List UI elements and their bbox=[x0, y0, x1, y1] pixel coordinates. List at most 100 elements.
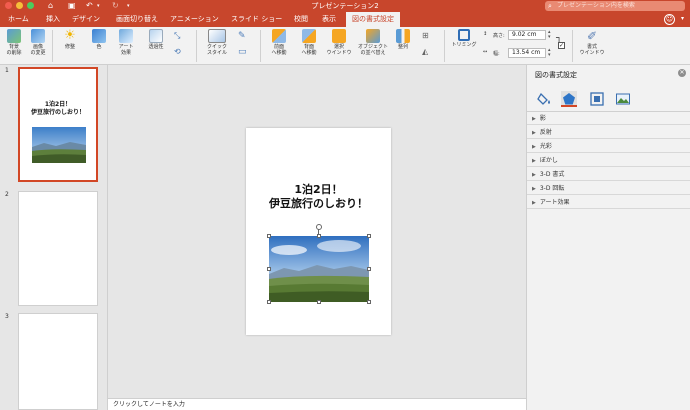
corrections-icon: ☀ bbox=[64, 28, 76, 43]
ribbon-separator bbox=[196, 30, 197, 62]
color-button[interactable]: 色 bbox=[88, 29, 110, 50]
section-glow[interactable]: ▶ 光彩 bbox=[527, 140, 690, 153]
section-3d-format[interactable]: ▶ 3-D 書式 bbox=[527, 168, 690, 181]
resize-handle-bottom-left[interactable] bbox=[267, 300, 271, 304]
picture-tab-icon[interactable] bbox=[615, 91, 631, 107]
tab-design[interactable]: デザイン bbox=[72, 12, 100, 27]
align-icon bbox=[396, 29, 410, 43]
selection-pane-button[interactable]: 選択 ウインドウ bbox=[324, 29, 354, 56]
picture-effects-icon[interactable]: ▭ bbox=[238, 47, 247, 57]
resize-handle-top[interactable] bbox=[317, 234, 321, 238]
height-input[interactable]: 9.02 cm bbox=[508, 30, 546, 40]
resize-handle-top-right[interactable] bbox=[367, 234, 371, 238]
resize-handle-bottom[interactable] bbox=[317, 300, 321, 304]
quick-styles-label: クイック スタイル bbox=[206, 44, 227, 56]
slide-thumbnail-3[interactable] bbox=[18, 313, 98, 410]
tab-transitions[interactable]: 画面切り替え bbox=[116, 12, 158, 27]
transparency-label: 透過性 bbox=[148, 44, 164, 50]
resize-handle-bottom-right[interactable] bbox=[367, 300, 371, 304]
size-properties-tab-icon[interactable] bbox=[589, 91, 605, 107]
group-icon[interactable]: ⊞ bbox=[422, 31, 429, 40]
rotate-handle[interactable] bbox=[316, 224, 322, 230]
section-soft-edges[interactable]: ▶ ぼかし bbox=[527, 154, 690, 167]
section-label: 光彩 bbox=[539, 143, 552, 150]
slide-title[interactable]: 1泊2日！ 伊豆旅行のしおり！ bbox=[246, 183, 391, 211]
crop-label: トリミング bbox=[451, 42, 477, 48]
section-artistic-effects[interactable]: ▶ アート効果 bbox=[527, 196, 690, 209]
bring-forward-label: 前面 へ移動 bbox=[271, 44, 287, 56]
fill-line-tab-icon[interactable] bbox=[537, 91, 553, 107]
remove-background-button[interactable]: 背景 の削除 bbox=[3, 29, 25, 56]
feedback-dropdown-icon[interactable]: ▾ bbox=[681, 15, 684, 22]
lock-aspect-ratio-checkbox[interactable]: ✓ bbox=[558, 42, 565, 49]
section-label: ぼかし bbox=[539, 157, 558, 164]
send-backward-label: 背面 へ移動 bbox=[301, 44, 317, 56]
rotate-icon[interactable]: ◭ bbox=[422, 47, 428, 56]
notes-pane[interactable]: クリックしてノートを入力 bbox=[108, 398, 526, 410]
expand-triangle-icon: ▶ bbox=[532, 116, 536, 122]
transparency-icon bbox=[149, 29, 163, 43]
tab-slideshow[interactable]: スライド ショー bbox=[231, 12, 282, 27]
section-shadow[interactable]: ▶ 影 bbox=[527, 112, 690, 125]
ribbon-picture-format: 背景 の削除 画像 の変更 ☀ 修整 色 アート 効果 透過性 ⤡ ⟲ クイック… bbox=[0, 27, 690, 65]
effects-tab-icon[interactable] bbox=[561, 91, 577, 107]
selected-picture[interactable] bbox=[269, 236, 369, 302]
change-picture-button[interactable]: 画像 の変更 bbox=[27, 29, 49, 56]
section-reflection[interactable]: ▶ 反射 bbox=[527, 126, 690, 139]
width-label: 幅: bbox=[493, 51, 500, 57]
arrange-objects-button[interactable]: オブジェクト の並べ替え bbox=[356, 29, 390, 56]
height-stepper-icon[interactable]: ▴ ▾ bbox=[548, 30, 551, 40]
slide-number: 2 bbox=[5, 191, 9, 198]
resize-handle-top-left[interactable] bbox=[267, 234, 271, 238]
width-input[interactable]: 13.54 cm bbox=[508, 48, 546, 58]
arrange-objects-icon bbox=[366, 29, 380, 43]
tab-insert[interactable]: 挿入 bbox=[46, 12, 60, 27]
tab-picture-format[interactable]: 図の書式設定 bbox=[346, 12, 400, 27]
slide-thumbnail-2[interactable] bbox=[18, 191, 98, 306]
change-picture-label: 画像 の変更 bbox=[30, 44, 46, 56]
transparency-button[interactable]: 透過性 bbox=[144, 29, 168, 50]
current-slide[interactable]: 1泊2日！ 伊豆旅行のしおり！ bbox=[246, 128, 391, 335]
tab-view[interactable]: 表示 bbox=[322, 12, 336, 27]
slide-number: 3 bbox=[5, 313, 9, 320]
crop-icon bbox=[458, 29, 470, 41]
feedback-smile-icon[interactable]: ☺ bbox=[664, 14, 675, 25]
resize-handle-left[interactable] bbox=[267, 267, 271, 271]
section-label: 反射 bbox=[539, 129, 552, 136]
crop-button[interactable]: トリミング bbox=[449, 29, 479, 48]
align-button[interactable]: 整列 bbox=[392, 29, 414, 50]
bring-forward-icon bbox=[272, 29, 286, 43]
tab-animations[interactable]: アニメーション bbox=[170, 12, 219, 27]
section-label: アート効果 bbox=[539, 199, 570, 206]
slide-thumbnail-1[interactable]: 1泊2日！ 伊豆旅行のしおり！ bbox=[18, 67, 98, 182]
change-picture-icon bbox=[31, 29, 45, 43]
quick-styles-icon bbox=[208, 29, 226, 43]
slide-thumbnail-pane[interactable]: 1 1泊2日！ 伊豆旅行のしおり！ 2 3 bbox=[0, 65, 108, 410]
section-label: 影 bbox=[539, 115, 546, 122]
expand-triangle-icon: ▶ bbox=[532, 200, 536, 206]
corrections-button[interactable]: ☀ 修整 bbox=[56, 28, 84, 51]
format-pane-button[interactable]: ✐ 書式 ウインドウ bbox=[578, 29, 606, 56]
artistic-effects-label: アート 効果 bbox=[118, 44, 134, 56]
format-pane-icon: ✐ bbox=[586, 29, 598, 43]
artistic-effects-button[interactable]: アート 効果 bbox=[114, 29, 138, 56]
reset-picture-icon[interactable]: ⟲ bbox=[174, 47, 181, 56]
section-3d-rotation[interactable]: ▶ 3-D 回転 bbox=[527, 182, 690, 195]
picture-border-icon[interactable]: ✎ bbox=[238, 31, 246, 41]
tab-home[interactable]: ホーム bbox=[8, 12, 29, 27]
arrange-objects-label: オブジェクト の並べ替え bbox=[357, 44, 388, 56]
close-icon[interactable]: ✕ bbox=[678, 69, 686, 77]
quick-styles-button[interactable]: クイック スタイル bbox=[201, 29, 233, 56]
notes-placeholder: クリックしてノートを入力 bbox=[113, 401, 185, 408]
selection-pane-label: 選択 ウインドウ bbox=[326, 44, 352, 56]
width-stepper-icon[interactable]: ▴ ▾ bbox=[548, 48, 551, 58]
send-backward-button[interactable]: 背面 へ移動 bbox=[296, 29, 322, 56]
color-icon bbox=[92, 29, 106, 43]
tab-review[interactable]: 校閲 bbox=[294, 12, 308, 27]
slide-editing-area[interactable]: 1泊2日！ 伊豆旅行のしおり！ bbox=[108, 65, 526, 398]
bring-forward-button[interactable]: 前面 へ移動 bbox=[266, 29, 292, 56]
search-box[interactable]: ⌕ プレゼンテーション内を検索 bbox=[545, 1, 685, 11]
title-bar: ⌂ ▣ ↶ ▾ ↻ ▾ プレゼンテーション2 ⌕ プレゼンテーション内を検索 bbox=[0, 0, 690, 12]
compress-pictures-icon[interactable]: ⤡ bbox=[174, 31, 180, 41]
resize-handle-right[interactable] bbox=[367, 267, 371, 271]
